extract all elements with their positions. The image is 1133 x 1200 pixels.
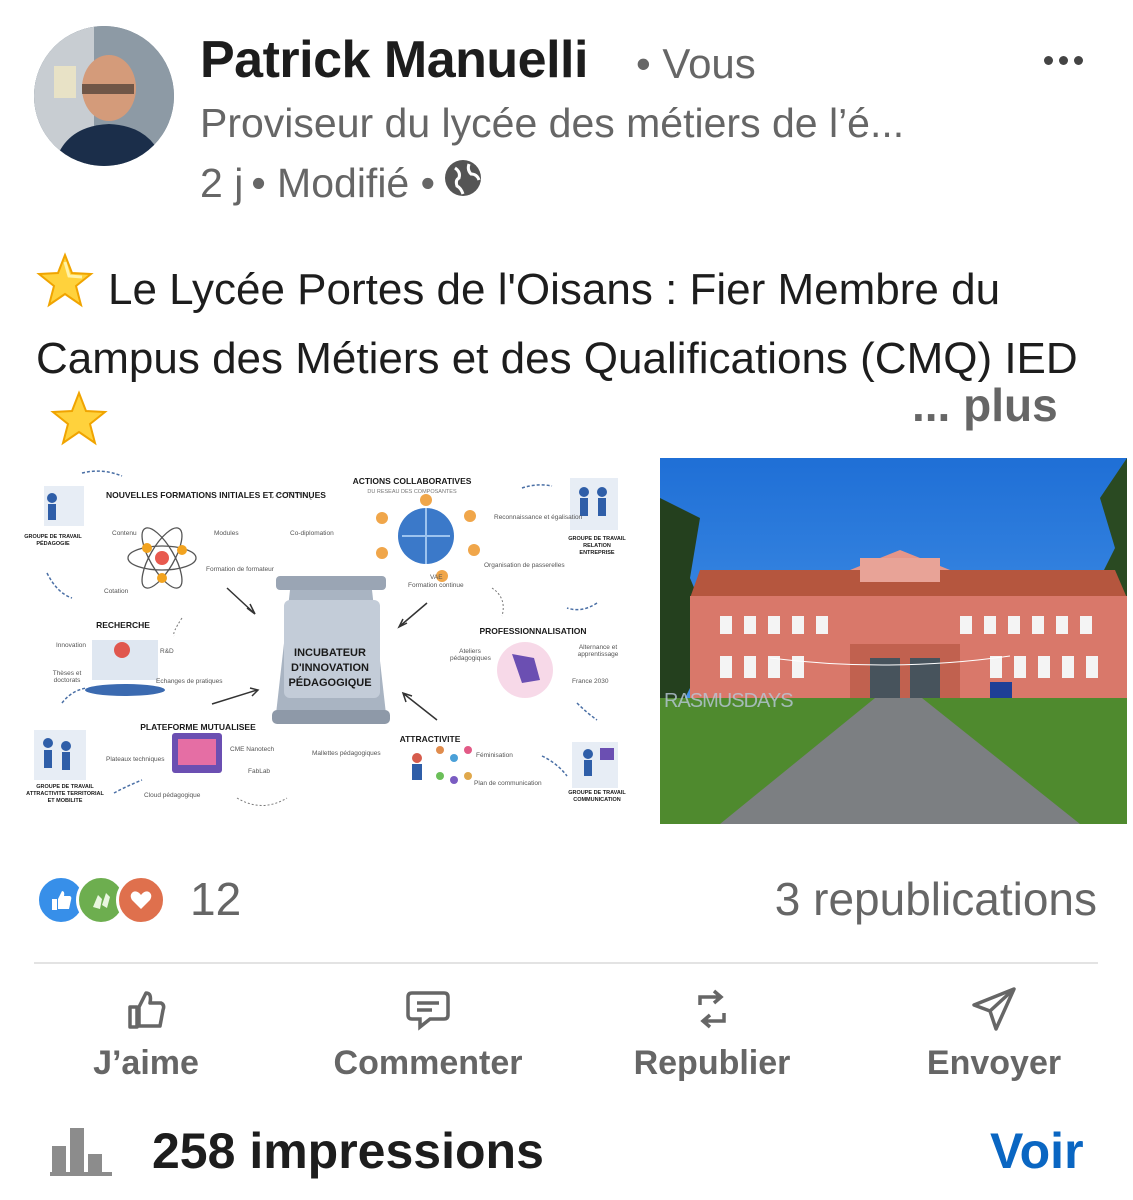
label-france2030: France 2030 <box>572 678 609 685</box>
reactions-summary[interactable] <box>36 872 166 928</box>
star-icon <box>50 390 108 465</box>
send-button[interactable]: Envoyer <box>884 985 1104 1083</box>
more-options-button[interactable] <box>1040 40 1086 80</box>
label-contenu: Contenu <box>112 530 137 537</box>
label-feminisation: Féminisation <box>476 752 513 759</box>
reposts-count[interactable]: 3 republications <box>775 872 1097 926</box>
mindmap-image[interactable]: NOUVELLES FORMATIONS INITIALES ET CONTIN… <box>22 458 656 824</box>
actions-subtitle: DU RESEAU DES COMPOSANTES <box>367 489 457 495</box>
reactions-count[interactable]: 12 <box>190 872 241 926</box>
post-meta: 2 j • Modifié • <box>200 158 483 208</box>
globe-icon <box>443 158 483 208</box>
star-icon <box>36 252 94 327</box>
section-nouvelles-formations: NOUVELLES FORMATIONS INITIALES ET CONTIN… <box>106 490 326 500</box>
thumbs-up-icon <box>122 985 170 1038</box>
impressions-count: 258 impressions <box>152 1123 544 1179</box>
section-attractivite: ATTRACTIVITE <box>399 734 461 744</box>
label-echanges: Echanges de pratiques <box>156 678 223 685</box>
send-label: Envoyer <box>926 1044 1062 1082</box>
divider <box>34 962 1098 964</box>
group-pedagogie: GROUPE DE TRAVAIL PÉDAGOGIE <box>24 534 82 547</box>
author-headline: Proviseur du lycée des métiers de l’é... <box>200 100 905 146</box>
comment-button[interactable]: Commenter <box>318 985 538 1083</box>
label-mallettes: Mallettes pédagogiques <box>312 750 381 757</box>
label-alternance: Alternance et apprentissage <box>577 644 619 658</box>
repost-button[interactable]: Republier <box>602 985 822 1083</box>
see-more-link[interactable]: ... plus <box>912 378 1058 432</box>
label-plan-communication: Plan de communication <box>474 780 542 787</box>
section-actions-collaboratives: ACTIONS COLLABORATIVES <box>352 476 472 486</box>
label-theses: Thèses et doctorats <box>52 670 82 684</box>
section-professionnalisation: PROFESSIONNALISATION <box>479 626 587 636</box>
like-label: J’aime <box>93 1044 199 1082</box>
author-name[interactable]: Patrick Manuelli <box>200 30 588 90</box>
group-communication: GROUPE DE TRAVAIL COMMUNICATION <box>568 790 626 803</box>
label-rd: R&D <box>160 648 174 655</box>
comment-icon <box>404 985 452 1038</box>
section-plateforme: PLATEFORME MUTUALISEE <box>140 722 256 732</box>
author-avatar[interactable] <box>34 26 174 166</box>
center-label: INCUBATEUR D'INNOVATION PÉDAGOGIQUE <box>288 647 372 689</box>
group-relation-entreprise: GROUPE DE TRAVAIL RELATION ENTREPRISE <box>568 536 626 556</box>
edited-label: • Modifié • <box>251 159 435 206</box>
label-plateaux: Plateaux techniques <box>106 756 165 763</box>
like-button[interactable]: J’aime <box>36 985 256 1083</box>
school-photo[interactable]: RASMUSDAYS <box>660 458 1127 824</box>
send-icon <box>970 985 1018 1038</box>
label-passerelles: Organisation de passerelles <box>484 562 565 569</box>
repost-icon <box>688 985 736 1038</box>
label-formation-formateur: Formation de formateur <box>206 566 274 573</box>
repost-label: Republier <box>633 1044 791 1082</box>
label-innovation: Innovation <box>56 642 86 649</box>
label-reconnaissance: Reconnaissance et égalisation <box>494 514 583 521</box>
connection-degree: • Vous <box>636 40 756 87</box>
label-cloud: Cloud pédagogique <box>144 792 201 799</box>
label-cotation: Cotation <box>104 588 129 595</box>
label-codiplomation: Co-diplomation <box>290 530 334 537</box>
label-cme: CME Nanotech <box>230 746 275 753</box>
section-recherche: RECHERCHE <box>96 620 150 630</box>
label-formation-continue: Formation continue <box>408 582 464 589</box>
love-reaction-icon <box>116 875 166 925</box>
bar-chart-icon <box>50 1124 114 1176</box>
view-analytics-link[interactable]: Voir <box>990 1122 1084 1180</box>
post-text: Le Lycée Portes de l'Oisans : Fier Membr… <box>36 252 1111 465</box>
label-vae: VAE <box>430 574 443 581</box>
post-text-content: Le Lycée Portes de l'Oisans : Fier Membr… <box>36 265 1078 383</box>
comment-label: Commenter <box>333 1044 523 1082</box>
group-territorial: GROUPE DE TRAVAIL ATTRACTIVITE TERRITORI… <box>26 784 104 804</box>
label-fablab: FabLab <box>248 768 271 775</box>
post-time: 2 j <box>200 159 244 206</box>
label-ateliers: Ateliers pédagogiques <box>450 648 491 662</box>
label-modules: Modules <box>214 530 239 537</box>
banner-text: RASMUSDAYS <box>664 690 794 712</box>
